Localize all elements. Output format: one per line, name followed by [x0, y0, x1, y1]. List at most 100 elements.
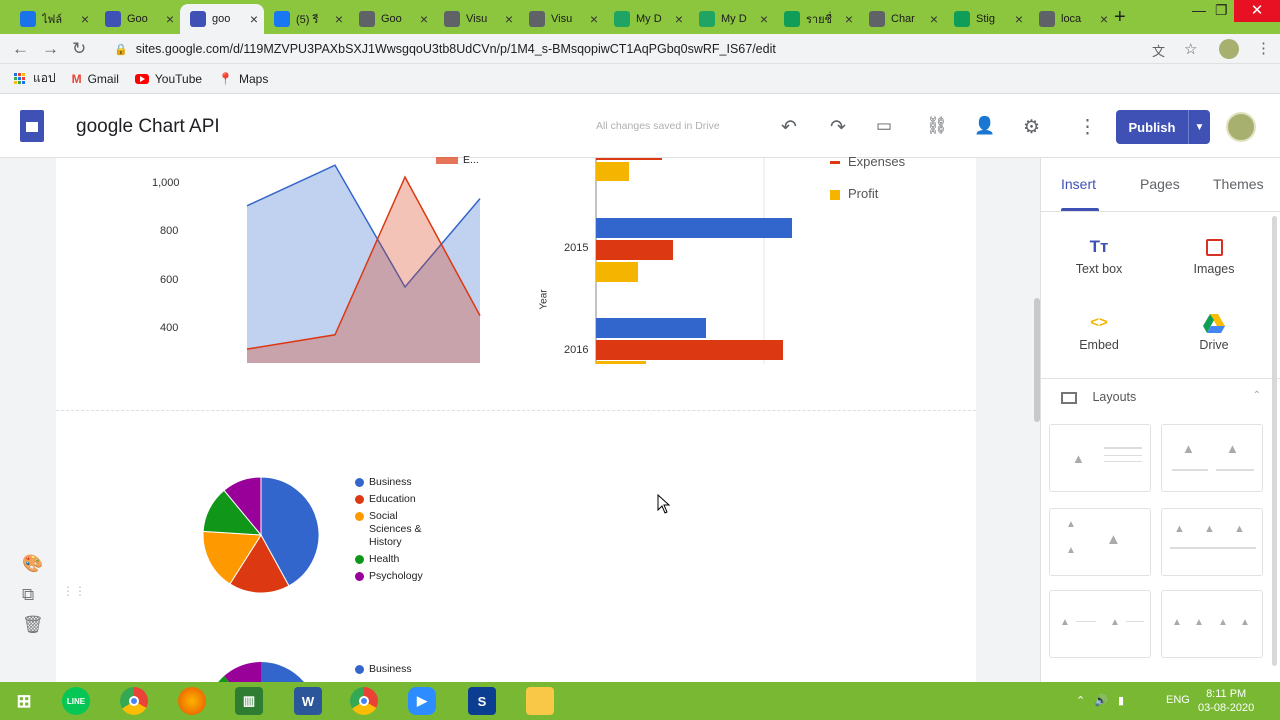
forward-button[interactable]: → [42, 39, 59, 59]
address-bar[interactable]: 🔒 sites.google.com/d/119MZVPU3PAXbSXJ1Ww… [104, 37, 1208, 61]
tab-close-icon[interactable]: × [930, 11, 938, 27]
system-clock[interactable]: 8:11 PM 03-08-2020 [1198, 687, 1254, 715]
screen-recorder-icon[interactable]: S [468, 687, 496, 715]
tab-close-icon[interactable]: × [675, 11, 683, 27]
browser-tab[interactable]: ไฟล์ × [10, 4, 95, 34]
line-app-icon[interactable]: LINE [62, 687, 90, 715]
browser-tab[interactable]: (5) รี × [264, 4, 349, 34]
minimize-button[interactable]: — [1192, 2, 1206, 18]
link-icon[interactable]: ⛓ [926, 116, 948, 136]
sites-icon [20, 11, 36, 27]
bar-2014-expenses [596, 158, 662, 160]
layout-option[interactable]: ▲ ▲ [1049, 590, 1151, 658]
browser-tab[interactable]: รายชื่ × [774, 4, 859, 34]
layout-option[interactable]: ▲ ▲ ▲ ▲ [1161, 590, 1263, 658]
browser-tab[interactable]: Goo × [349, 4, 434, 34]
tab-close-icon[interactable]: × [590, 11, 598, 27]
palette-icon[interactable]: 🎨 [22, 554, 43, 574]
chevron-up-icon[interactable]: ⌃ [1076, 694, 1085, 707]
windows-start-icon[interactable]: ⊞ [10, 687, 38, 715]
tab-close-icon[interactable]: × [1015, 11, 1023, 27]
browser-tab[interactable]: Char × [859, 4, 944, 34]
pie-chart-2[interactable] [200, 658, 322, 682]
undo-icon[interactable]: ↶ [781, 116, 797, 139]
redo-icon[interactable]: ↷ [830, 116, 846, 139]
insert-drive[interactable]: Drive [1164, 308, 1264, 352]
network-icon[interactable]: ▮ [1118, 694, 1124, 707]
sheets-icon [954, 11, 970, 27]
tab-close-icon[interactable]: × [250, 11, 258, 27]
globe-icon [1039, 11, 1055, 27]
layout-option[interactable]: ▲ ▲ [1161, 424, 1263, 492]
tab-close-icon[interactable]: × [845, 11, 853, 27]
tab-close-icon[interactable]: × [166, 11, 174, 27]
insert-embed[interactable]: <> Embed [1049, 308, 1149, 352]
speaker-icon[interactable]: 🔊 [1094, 694, 1108, 707]
settings-gear-icon[interactable]: ⚙ [1023, 116, 1040, 139]
chevron-up-icon[interactable]: ⌃ [1253, 390, 1261, 401]
reload-button[interactable]: ↻ [72, 39, 86, 59]
legend-item: Social Sciences & History [355, 510, 435, 549]
file-explorer-icon[interactable] [526, 687, 554, 715]
publish-dropdown-icon[interactable]: ▼ [1188, 110, 1210, 144]
menu-icon[interactable]: ⋮ [1256, 39, 1271, 57]
firefox-icon[interactable] [178, 687, 206, 715]
tab-close-icon[interactable]: × [1100, 11, 1108, 27]
bookmark-apps[interactable]: แอป [14, 69, 56, 88]
profile-avatar[interactable] [1219, 39, 1239, 59]
browser-tab[interactable]: goo × [180, 4, 264, 34]
word-icon[interactable]: W [294, 687, 322, 715]
chrome-icon[interactable] [120, 687, 148, 715]
back-button[interactable]: ← [12, 39, 29, 59]
site-title[interactable]: google Chart API [76, 116, 220, 138]
browser-tab[interactable]: Visu × [434, 4, 519, 34]
more-menu-icon[interactable]: ⋮ [1078, 116, 1097, 139]
browser-tab[interactable]: My D × [604, 4, 689, 34]
tab-close-icon[interactable]: × [760, 11, 768, 27]
new-tab-button[interactable]: + [1114, 6, 1126, 29]
insert-images[interactable]: Images [1164, 232, 1264, 276]
tab-close-icon[interactable]: × [335, 11, 343, 27]
zoom-icon[interactable]: ▶ [408, 687, 436, 715]
google-sites-logo[interactable] [20, 110, 44, 142]
bookmark-maps[interactable]: 📍 Maps [218, 72, 268, 86]
tab-pages[interactable]: Pages [1140, 176, 1180, 192]
bar-chart[interactable] [586, 158, 836, 368]
delete-icon[interactable]: 🗑 [22, 615, 44, 635]
star-icon[interactable]: ☆ [1184, 40, 1197, 58]
drive-icon [699, 11, 715, 27]
tab-themes[interactable]: Themes [1213, 176, 1264, 192]
tab-insert[interactable]: Insert [1061, 176, 1096, 192]
drag-handle-icon[interactable]: ⋮⋮ [62, 584, 86, 598]
publish-button[interactable]: Publish ▼ [1116, 110, 1210, 144]
maximize-button[interactable]: ❐ [1215, 2, 1228, 19]
translate-icon[interactable]: 文 [1152, 41, 1165, 60]
layout-option[interactable]: ▲ [1049, 424, 1151, 492]
tab-close-icon[interactable]: × [81, 11, 89, 27]
layouts-header[interactable]: Layouts ⌃ [1061, 390, 1261, 404]
browser-tab[interactable]: loca × [1029, 4, 1114, 34]
preview-icon[interactable]: ▭ [876, 116, 892, 136]
share-icon[interactable]: 👤 [974, 116, 995, 136]
layout-option[interactable]: ▲ ▲ ▲ [1049, 508, 1151, 576]
pie-chart[interactable] [200, 474, 322, 596]
browser-tab[interactable]: Visu × [519, 4, 604, 34]
browser-tab[interactable]: Goo × [95, 4, 180, 34]
bookmark-youtube[interactable]: YouTube [134, 72, 202, 86]
panel-scrollbar[interactable] [1272, 216, 1277, 666]
mountain-icon: ▲ [1218, 617, 1228, 628]
language-indicator[interactable]: ENG [1166, 694, 1190, 706]
area-chart[interactable] [192, 158, 492, 368]
insert-text-box[interactable]: Tт Text box [1049, 232, 1149, 276]
browser-tab[interactable]: Stig × [944, 4, 1029, 34]
layout-option[interactable]: ▲ ▲ ▲ [1161, 508, 1263, 576]
chrome-active-icon[interactable] [350, 687, 378, 715]
browser-tab[interactable]: My D × [689, 4, 774, 34]
tab-close-icon[interactable]: × [505, 11, 513, 27]
duplicate-icon[interactable]: ⧉ [22, 585, 34, 605]
tab-close-icon[interactable]: × [420, 11, 428, 27]
spreadsheet-app-icon[interactable]: ▥ [235, 687, 263, 715]
close-window-button[interactable]: ✕ [1234, 0, 1280, 22]
user-avatar[interactable] [1226, 112, 1256, 142]
bookmark-gmail[interactable]: M Gmail [72, 72, 119, 86]
